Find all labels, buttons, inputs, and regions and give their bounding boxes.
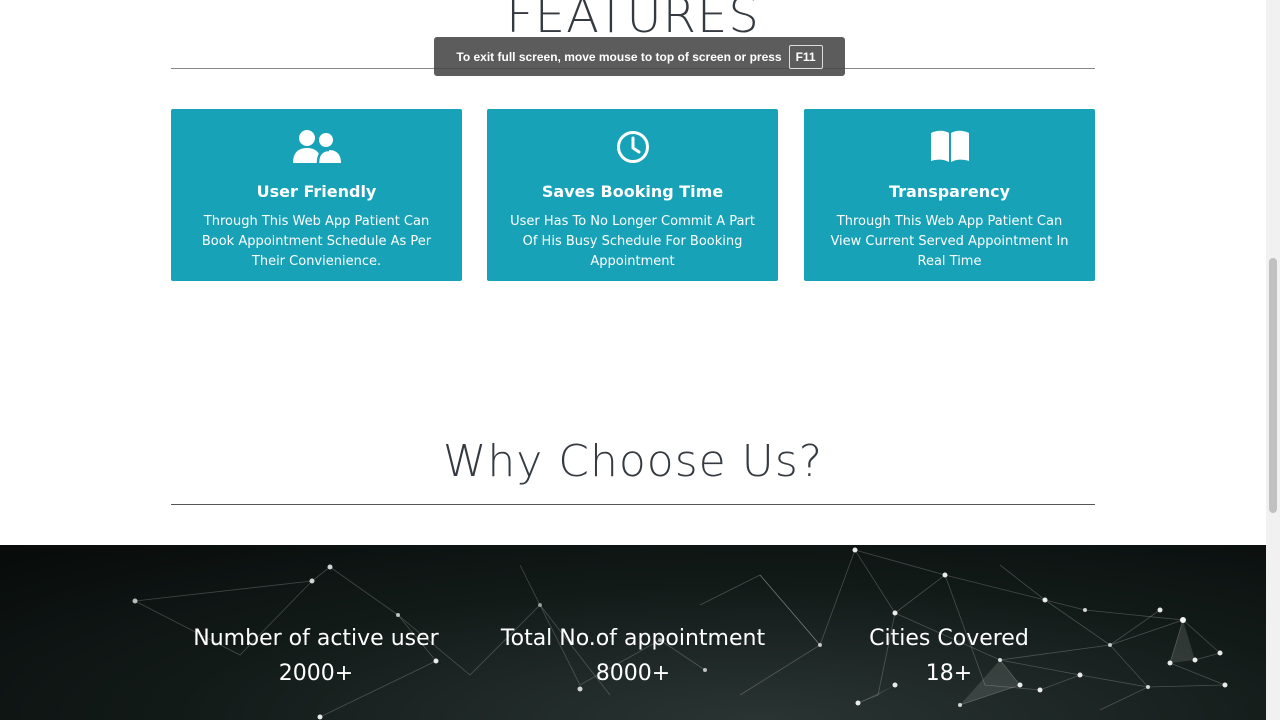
stat-label: Total No.of appointment xyxy=(500,626,766,651)
why-divider xyxy=(171,504,1095,505)
page-scrollbar[interactable] xyxy=(1266,0,1280,720)
scrollbar-thumb[interactable] xyxy=(1269,258,1277,513)
users-icon xyxy=(291,129,343,167)
feature-card-saves-booking-time: Saves Booking Time User Has To No Longer… xyxy=(487,109,778,281)
feature-title: User Friendly xyxy=(256,182,377,201)
clock-icon xyxy=(607,129,659,167)
stat-active-users: Number of active user 2000+ xyxy=(156,624,476,689)
stat-label: Cities Covered xyxy=(869,626,1029,651)
stat-value: 2000+ xyxy=(278,661,354,686)
fullscreen-exit-notice: To exit full screen, move mouse to top o… xyxy=(434,37,845,76)
stat-value: 8000+ xyxy=(595,661,671,686)
feature-card-user-friendly: User Friendly Through This Web App Patie… xyxy=(171,109,462,281)
feature-title: Saves Booking Time xyxy=(541,182,724,201)
why-choose-us-title: Why Choose Us? xyxy=(442,436,824,487)
stat-label: Number of active user xyxy=(193,626,439,651)
feature-description: Through This Web App Patient Can View Cu… xyxy=(830,214,1069,269)
f11-key-badge: F11 xyxy=(788,44,823,69)
feature-description: Through This Web App Patient Can Book Ap… xyxy=(201,214,432,269)
fullscreen-notice-text: To exit full screen, move mouse to top o… xyxy=(456,49,782,64)
feature-description: User Has To No Longer Commit A Part Of H… xyxy=(510,214,755,269)
page: FEATURES User Friendly Through This Web … xyxy=(0,0,1266,720)
book-open-icon xyxy=(924,129,976,167)
stat-total-appointments: Total No.of appointment 8000+ xyxy=(473,624,793,689)
feature-card-transparency: Transparency Through This Web App Patien… xyxy=(804,109,1095,281)
feature-title: Transparency xyxy=(888,182,1011,201)
stat-cities-covered: Cities Covered 18+ xyxy=(789,624,1109,689)
stat-value: 18+ xyxy=(925,661,973,686)
stats-section: Number of active user 2000+ Total No.of … xyxy=(0,545,1266,720)
